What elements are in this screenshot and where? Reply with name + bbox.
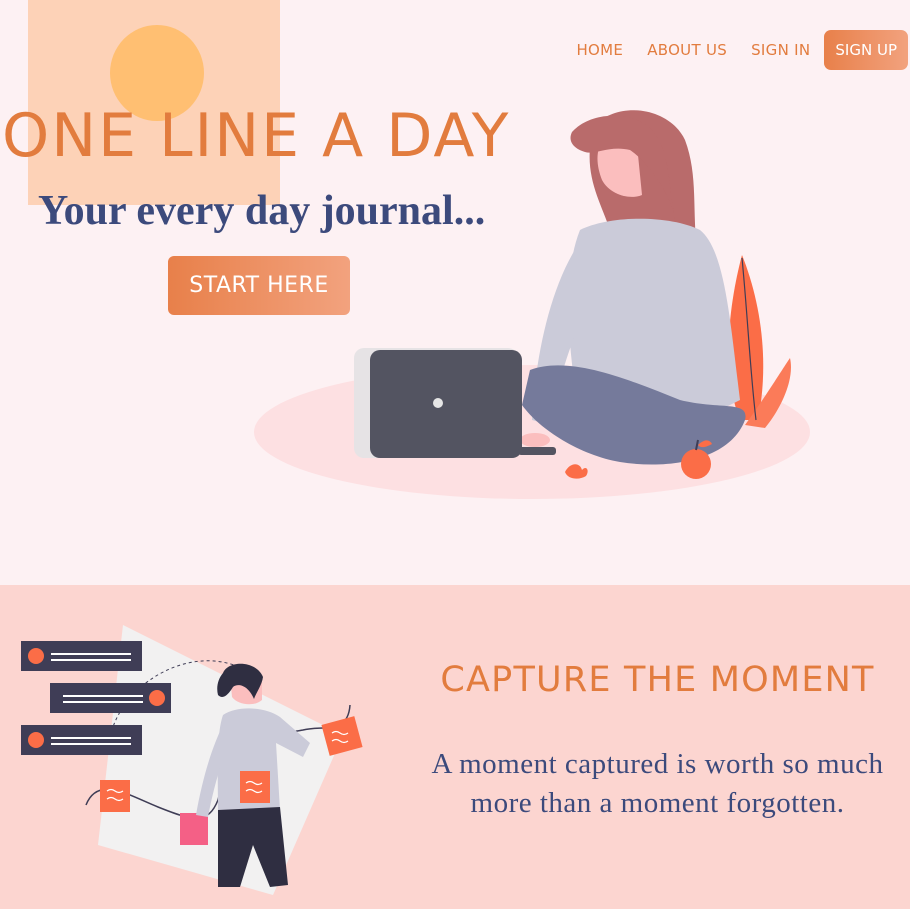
top-nav: HOME ABOUT US SIGN IN SIGN UP <box>576 30 910 70</box>
note-icon <box>240 771 270 803</box>
nav-about-link[interactable]: ABOUT US <box>647 41 727 59</box>
section-text: A moment captured is worth so much more … <box>431 748 884 819</box>
note-icon <box>100 780 130 812</box>
hero-section: HOME ABOUT US SIGN IN SIGN UP ONE LINE A… <box>0 0 910 585</box>
woman-notes-illustration <box>21 625 363 895</box>
message-card-icon <box>50 683 171 713</box>
capture-moment-section: CAPTURE THE MOMENT A moment captured is … <box>0 585 910 909</box>
laptop-icon <box>370 350 522 458</box>
laptop-logo <box>433 398 443 408</box>
nav-home-link[interactable]: HOME <box>576 41 623 59</box>
apple-icon <box>681 449 711 479</box>
message-card-icon <box>21 641 142 671</box>
woman-laptop-illustration <box>254 110 810 499</box>
signup-button[interactable]: SIGN UP <box>824 30 908 70</box>
nav-signin-link[interactable]: SIGN IN <box>751 41 810 59</box>
note-icon <box>180 813 208 845</box>
section-title: CAPTURE THE MOMENT <box>440 660 875 700</box>
message-card-icon <box>21 725 142 755</box>
hand <box>520 433 550 447</box>
